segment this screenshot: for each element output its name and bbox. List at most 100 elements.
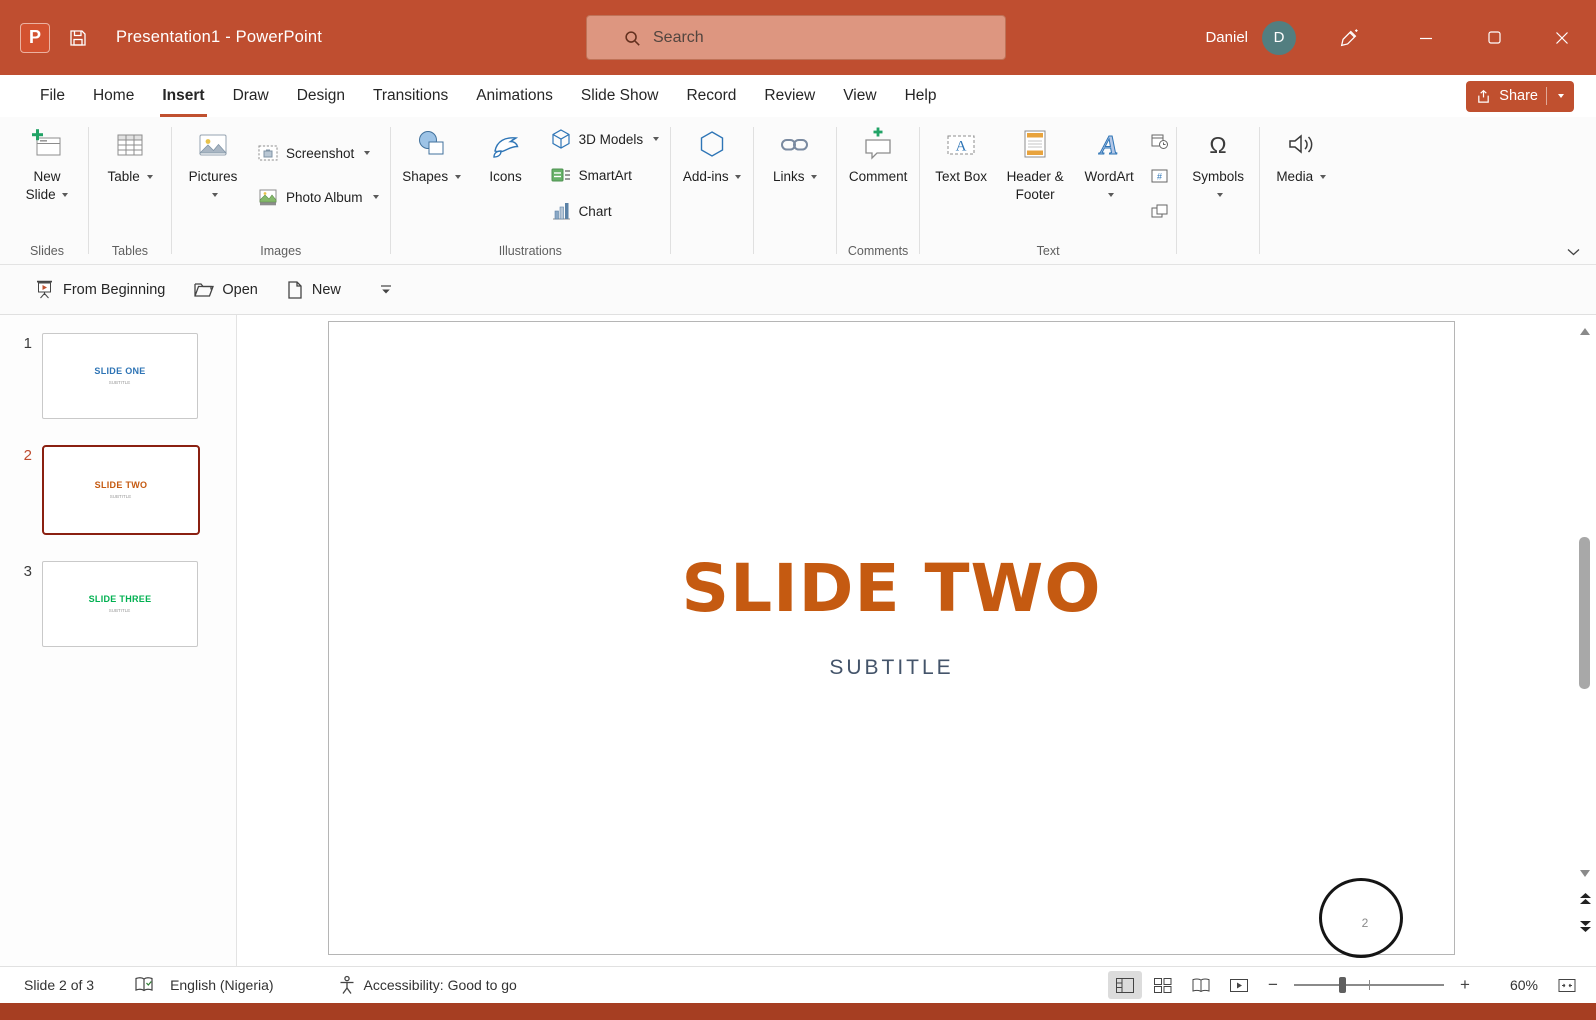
zoom-slider-thumb[interactable] bbox=[1339, 977, 1346, 993]
vertical-scrollbar[interactable] bbox=[1574, 315, 1596, 966]
slide-1-thumbnail[interactable]: SLIDE ONE SUBTITLE bbox=[42, 333, 198, 419]
header-footer-button[interactable]: Header & Footer bbox=[998, 119, 1072, 203]
tab-design[interactable]: Design bbox=[283, 75, 359, 117]
links-label: Links bbox=[772, 169, 805, 184]
chart-icon bbox=[552, 203, 570, 220]
comment-button[interactable]: Comment bbox=[841, 119, 915, 186]
language-button[interactable]: English (Nigeria) bbox=[162, 977, 281, 993]
close-button[interactable] bbox=[1528, 0, 1596, 75]
wordart-icon: A bbox=[1098, 130, 1119, 161]
smartart-button[interactable]: SmartArt bbox=[543, 161, 667, 189]
workspace: 1 SLIDE ONE SUBTITLE 2 SLIDE TWO SUBTITL… bbox=[0, 315, 1596, 966]
new-button[interactable]: New bbox=[276, 274, 351, 306]
pictures-icon bbox=[199, 134, 227, 156]
search-box[interactable]: Search bbox=[586, 15, 1006, 60]
zoom-level[interactable]: 60% bbox=[1492, 977, 1538, 993]
pictures-button[interactable]: Pictures bbox=[176, 119, 250, 203]
icons-button[interactable]: Icons bbox=[469, 119, 543, 186]
3d-models-button[interactable]: 3D Models bbox=[543, 125, 667, 153]
add-ins-button[interactable]: Add-ins bbox=[675, 119, 749, 186]
shapes-button[interactable]: Shapes bbox=[395, 119, 469, 186]
3d-models-icon bbox=[551, 129, 570, 149]
table-button[interactable]: Table bbox=[93, 119, 167, 186]
symbols-button[interactable]: Ω Symbols bbox=[1181, 119, 1255, 203]
zoom-slider[interactable] bbox=[1294, 977, 1444, 993]
reading-view-button[interactable] bbox=[1184, 971, 1218, 999]
slide-indicator[interactable]: Slide 2 of 3 bbox=[16, 977, 102, 993]
slide-canvas: SLIDE TWO SUBTITLE 2 bbox=[237, 315, 1574, 966]
save-icon[interactable] bbox=[68, 28, 88, 48]
scroll-up-button[interactable] bbox=[1574, 321, 1596, 341]
tab-help[interactable]: Help bbox=[891, 75, 951, 117]
new-slide-button[interactable]: New Slide bbox=[10, 119, 84, 203]
photo-album-button[interactable]: Photo Album bbox=[250, 183, 386, 211]
group-separator bbox=[836, 127, 838, 254]
slide-1-thumb-subtitle: SUBTITLE bbox=[109, 380, 131, 385]
group-separator bbox=[1176, 127, 1178, 254]
normal-view-button[interactable] bbox=[1108, 971, 1142, 999]
current-slide[interactable]: SLIDE TWO SUBTITLE 2 bbox=[328, 321, 1455, 958]
slide-2-thumbnail[interactable]: SLIDE TWO SUBTITLE bbox=[42, 445, 200, 535]
slide-show-button[interactable] bbox=[1222, 971, 1256, 999]
slide-title-text[interactable]: SLIDE TWO bbox=[329, 550, 1454, 627]
wordart-button[interactable]: A WordArt bbox=[1072, 119, 1146, 203]
normal-view-icon bbox=[1116, 977, 1134, 993]
photo-album-label: Photo Album bbox=[286, 189, 363, 205]
tab-insert[interactable]: Insert bbox=[148, 75, 218, 117]
slide-number-button[interactable]: # bbox=[1146, 164, 1172, 188]
powerpoint-logo-icon[interactable]: P bbox=[20, 22, 50, 53]
tab-view[interactable]: View bbox=[829, 75, 890, 117]
chevron-down-icon bbox=[1216, 192, 1223, 197]
from-beginning-icon bbox=[37, 280, 52, 299]
from-beginning-button[interactable]: From Beginning bbox=[24, 273, 175, 306]
date-time-button[interactable] bbox=[1146, 129, 1172, 153]
thumbnail-row-2: 2 SLIDE TWO SUBTITLE bbox=[0, 445, 236, 535]
avatar[interactable]: D bbox=[1262, 20, 1296, 55]
slide-3-thumb-subtitle: SUBTITLE bbox=[109, 608, 131, 613]
ribbon: New Slide Slides Table Tables Pictures S… bbox=[0, 117, 1596, 265]
ribbon-group-addins: Add-ins bbox=[675, 119, 749, 264]
tab-record[interactable]: Record bbox=[672, 75, 750, 117]
links-button[interactable]: Links bbox=[758, 119, 832, 186]
media-button[interactable]: Media bbox=[1264, 119, 1338, 186]
new-document-icon bbox=[288, 280, 302, 299]
tab-slide-show[interactable]: Slide Show bbox=[567, 75, 673, 117]
zoom-out-button[interactable]: − bbox=[1260, 971, 1286, 999]
spelling-button[interactable] bbox=[126, 976, 162, 994]
thumbnail-row-1: 1 SLIDE ONE SUBTITLE bbox=[0, 333, 236, 419]
slide-sorter-view-button[interactable] bbox=[1146, 971, 1180, 999]
tab-home[interactable]: Home bbox=[79, 75, 148, 117]
scroll-up-icon bbox=[1580, 327, 1590, 335]
next-slide-button[interactable] bbox=[1574, 917, 1596, 937]
object-button[interactable] bbox=[1146, 199, 1172, 223]
zoom-in-button[interactable]: + bbox=[1452, 971, 1478, 999]
previous-slide-button[interactable] bbox=[1574, 889, 1596, 909]
search-icon bbox=[623, 29, 641, 47]
tab-draw[interactable]: Draw bbox=[219, 75, 283, 117]
quick-access-toolbar: From Beginning Open New bbox=[0, 265, 1596, 315]
customize-toolbar-button[interactable] bbox=[373, 278, 399, 302]
tab-animations[interactable]: Animations bbox=[462, 75, 567, 117]
ink-pen-icon[interactable] bbox=[1326, 27, 1372, 49]
accessibility-button[interactable]: Accessibility: Good to go bbox=[330, 975, 525, 995]
share-button[interactable]: Share bbox=[1466, 80, 1574, 112]
slide-page-number: 2 bbox=[1361, 916, 1369, 930]
slide-3-thumbnail[interactable]: SLIDE THREE SUBTITLE bbox=[42, 561, 198, 647]
tab-file[interactable]: File bbox=[26, 75, 79, 117]
minimize-button[interactable] bbox=[1392, 0, 1460, 75]
maximize-button[interactable] bbox=[1460, 0, 1528, 75]
screenshot-label: Screenshot bbox=[286, 145, 355, 161]
chart-button[interactable]: Chart bbox=[543, 197, 667, 225]
tab-transitions[interactable]: Transitions bbox=[359, 75, 462, 117]
new-label: New bbox=[311, 281, 341, 298]
text-box-button[interactable]: A Text Box bbox=[924, 119, 998, 186]
slide-subtitle-text[interactable]: SUBTITLE bbox=[329, 656, 1454, 680]
screenshot-button[interactable]: Screenshot bbox=[250, 139, 386, 167]
scroll-down-button[interactable] bbox=[1574, 863, 1596, 883]
collapse-ribbon-button[interactable] bbox=[1567, 248, 1580, 256]
fit-to-window-button[interactable] bbox=[1550, 971, 1584, 999]
tab-review[interactable]: Review bbox=[750, 75, 829, 117]
scrollbar-thumb[interactable] bbox=[1579, 537, 1590, 689]
open-button[interactable]: Open bbox=[183, 274, 267, 305]
user-name[interactable]: Daniel bbox=[1205, 29, 1248, 46]
